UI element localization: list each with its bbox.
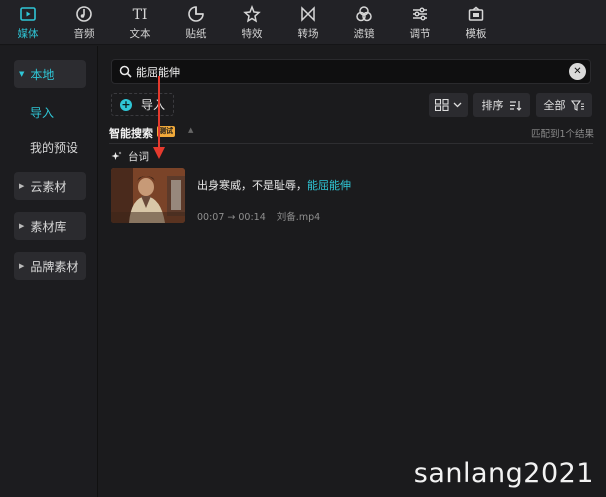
tab-audio-label: 音频 [73, 28, 95, 40]
tab-text-label: 文本 [129, 28, 151, 40]
import-button[interactable]: + 导入 [111, 93, 174, 116]
tab-adjust[interactable]: 调节 [392, 0, 448, 45]
category-lines: 台词 [111, 149, 149, 164]
top-toolbar: 媒体 音频 TI 文本 贴纸 特效 转场 滤镜 调节 模板 [0, 0, 606, 45]
chevron-down-icon [453, 102, 462, 108]
caption-text: 出身寒威，不是耻辱， [197, 179, 307, 192]
tab-media[interactable]: 媒体 [0, 0, 56, 45]
tab-effects-label: 特效 [241, 28, 263, 40]
tab-media-label: 媒体 [17, 28, 39, 40]
text-icon: TI [133, 7, 148, 23]
tab-transition[interactable]: 转场 [280, 0, 336, 45]
import-button-label: 导入 [141, 98, 166, 112]
collapse-caret-icon[interactable]: ▲ [188, 126, 193, 134]
filter-button-label: 全部 [543, 99, 566, 112]
caret-right-icon: ▶ [19, 262, 25, 270]
category-label: 台词 [128, 151, 149, 163]
sidebar-item-local[interactable]: ▼ 本地 [14, 60, 86, 88]
media-panel: 能屈能伸 ✕ + 导入 排序 全部 智能搜索 测试 ▲ 匹配到1个结果 台词 出… [99, 46, 606, 497]
sidebar-item-local-label: 本地 [30, 67, 55, 82]
grid-view-icon [435, 99, 449, 111]
audio-icon [76, 6, 92, 22]
sticker-icon [188, 6, 204, 22]
match-count: 匹配到1个结果 [530, 129, 594, 140]
media-icon [20, 7, 36, 21]
close-icon: ✕ [573, 66, 582, 77]
search-icon [119, 65, 132, 78]
filter-icon [356, 6, 372, 22]
search-query: 能屈能伸 [136, 65, 180, 79]
sort-button[interactable]: 排序 [473, 93, 530, 117]
filter-funnel-icon [570, 99, 584, 111]
sidebar-item-library-label: 素材库 [30, 219, 67, 234]
sidebar-item-library[interactable]: ▶ 素材库 [14, 212, 86, 240]
clear-search-button[interactable]: ✕ [569, 63, 586, 80]
plus-icon: + [120, 97, 132, 111]
sidebar-item-presets[interactable]: 我的预设 [30, 139, 78, 156]
tab-audio[interactable]: 音频 [56, 0, 112, 45]
time-range: 00:07 → 00:14 [197, 212, 266, 223]
svg-text:TI: TI [133, 7, 148, 23]
search-input[interactable]: 能屈能伸 ✕ [111, 59, 591, 84]
effects-icon [243, 5, 261, 23]
tab-transition-label: 转场 [297, 28, 319, 40]
tab-template-label: 模板 [465, 28, 487, 40]
caption-highlight: 能屈能伸 [307, 179, 351, 192]
tab-filter-label: 滤镜 [353, 28, 375, 40]
video-frame-illustration [111, 168, 185, 223]
caret-right-icon: ▶ [19, 222, 25, 230]
template-icon [468, 6, 484, 21]
smart-search-title: 智能搜索 [109, 127, 153, 140]
sort-icon [509, 100, 521, 111]
watermark: sanlang2021 [413, 458, 594, 489]
sidebar: ▼ 本地 导入 我的预设 ▶ 云素材 ▶ 素材库 ▶ 品牌素材 [0, 46, 98, 497]
adjust-icon [413, 7, 427, 21]
caret-right-icon: ▶ [19, 182, 25, 190]
sparkle-icon [111, 151, 122, 160]
sidebar-item-cloud-label: 云素材 [30, 179, 67, 194]
file-name: 刘备.mp4 [276, 212, 321, 223]
tab-template[interactable]: 模板 [448, 0, 504, 45]
sidebar-item-cloud[interactable]: ▶ 云素材 [14, 172, 86, 200]
sidebar-item-import[interactable]: 导入 [30, 104, 54, 121]
caret-down-icon: ▼ [19, 70, 25, 78]
tab-sticker[interactable]: 贴纸 [168, 0, 224, 45]
result-meta: 00:07 → 00:14 刘备.mp4 [197, 209, 320, 223]
divider [109, 143, 593, 144]
tab-text[interactable]: TI 文本 [112, 0, 168, 45]
result-caption[interactable]: 出身寒威，不是耻辱，能屈能伸 [197, 177, 351, 193]
video-thumbnail[interactable] [111, 168, 185, 223]
tab-effects[interactable]: 特效 [224, 0, 280, 45]
transition-icon [301, 6, 315, 22]
sidebar-item-brand[interactable]: ▶ 品牌素材 [14, 252, 86, 280]
tab-sticker-label: 贴纸 [185, 28, 207, 40]
tab-adjust-label: 调节 [409, 28, 431, 40]
beta-badge: 测试 [157, 126, 175, 137]
tab-filter[interactable]: 滤镜 [336, 0, 392, 45]
filter-button[interactable]: 全部 [536, 93, 592, 117]
sidebar-item-brand-label: 品牌素材 [30, 259, 79, 274]
sort-button-label: 排序 [481, 99, 504, 112]
view-mode-button[interactable] [429, 93, 468, 117]
